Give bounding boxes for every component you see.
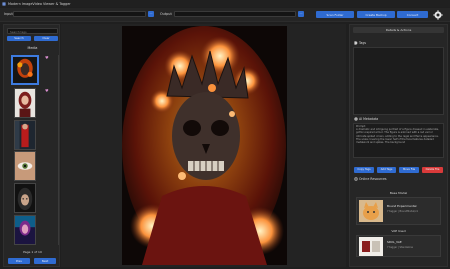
gear-icon[interactable]: [433, 10, 443, 20]
copy-tags-button[interactable]: Copy Tags: [354, 167, 374, 173]
base-model-header: Base Model: [389, 191, 408, 195]
search-button[interactable]: Search: [7, 36, 31, 41]
metadata-title-label: AI Metadata: [359, 117, 379, 121]
media-panel: Search tags Search Clear Media ♥ ♥ Page …: [3, 24, 60, 267]
vae-subtitle: 7 tagger | Standalone: [387, 246, 414, 249]
input-path-field[interactable]: [13, 11, 146, 17]
vae-image: [359, 237, 383, 256]
create-backup-button[interactable]: Create Backup: [357, 11, 395, 18]
prev-page-button[interactable]: Prev: [8, 258, 30, 264]
details-panel: Details & Actions Tags AI Metadata Promp…: [349, 24, 448, 267]
output-path-field[interactable]: [174, 11, 296, 17]
tags-box[interactable]: [353, 47, 444, 115]
thumbnail-list: ♥ ♥: [7, 55, 58, 262]
input-browse-button[interactable]: …: [148, 11, 154, 17]
globe-icon: [354, 177, 358, 181]
tags-section-title: Tags: [354, 41, 366, 45]
tags-title-label: Tags: [359, 41, 367, 45]
input-label: Input: [4, 12, 13, 16]
thumbnail-hooded-face: [15, 184, 35, 212]
thumbnail-item[interactable]: [14, 120, 36, 150]
metadata-section-title: AI Metadata: [354, 117, 378, 121]
thumbnail-item[interactable]: [14, 183, 36, 213]
delete-file-button[interactable]: Delete File: [422, 167, 443, 173]
main-image[interactable]: [122, 26, 287, 265]
metadata-box[interactable]: Prompt: A dramatic and intriguing portra…: [353, 123, 444, 158]
thumbnail-red-hair-portrait: [15, 89, 35, 117]
toolbar: Input … Output … Scan Folder Create Back…: [0, 8, 450, 22]
page-indicator: Page 1 of 10: [23, 250, 42, 254]
convert-button[interactable]: Convert: [397, 11, 428, 18]
vae-thumbnail: [359, 237, 383, 256]
add-tags-button[interactable]: Add Tags: [377, 167, 396, 173]
vae-name[interactable]: SDXL_VAE: [387, 240, 402, 244]
thumbnail-item[interactable]: [14, 215, 36, 245]
output-browse-button[interactable]: …: [298, 11, 304, 17]
online-resources-title: Online Resources: [354, 177, 387, 181]
thumbnail-item[interactable]: [14, 88, 36, 118]
base-model-card[interactable]: Bound Experimental 7 tagger | BoundModel…: [356, 197, 441, 225]
scan-folder-button[interactable]: Scan Folder: [316, 11, 354, 18]
base-model-name[interactable]: Bound Experimental: [387, 204, 416, 208]
tag-icon: [354, 41, 358, 45]
title-bar: Modern ImageVideo Viewer & Tagger: [0, 0, 450, 7]
metadata-text: A dramatic and intriguing portrait of a …: [356, 128, 439, 145]
media-scrollbar[interactable]: [58, 55, 59, 245]
favorite-heart-icon[interactable]: ♥: [45, 88, 49, 93]
vae-card[interactable]: SDXL_VAE 7 tagger | Standalone: [356, 235, 441, 257]
move-file-button[interactable]: Move File: [399, 167, 419, 173]
thumbnail-item[interactable]: [11, 55, 39, 85]
media-header: Media: [27, 46, 38, 50]
window-title: Modern ImageVideo Viewer & Tagger: [8, 1, 71, 6]
thumbnail-fire-skull: [13, 57, 37, 83]
thumbnail-item[interactable]: [14, 151, 36, 181]
details-tab[interactable]: Details & Actions: [353, 27, 444, 33]
image-viewer: [61, 24, 346, 267]
vae-header: VAE Used: [391, 229, 406, 233]
online-resources-label: Online Resources: [359, 177, 387, 181]
favorite-heart-icon[interactable]: ♥: [45, 55, 49, 60]
info-icon: [354, 117, 358, 121]
cat-image: [359, 200, 383, 222]
thumbnail-eye-closeup: [15, 152, 35, 180]
output-label: Output: [160, 12, 172, 16]
base-model-thumbnail: [359, 200, 383, 222]
thumbnail-red-figure: [15, 121, 35, 149]
thumbnail-neon-portrait: [15, 216, 35, 244]
app-icon: [2, 1, 6, 6]
clear-button[interactable]: Clear: [34, 36, 58, 41]
search-input[interactable]: Search tags: [7, 28, 58, 34]
base-model-subtitle: 7 tagger | BoundModel/v1: [387, 210, 419, 213]
next-page-button[interactable]: Next: [34, 258, 56, 264]
